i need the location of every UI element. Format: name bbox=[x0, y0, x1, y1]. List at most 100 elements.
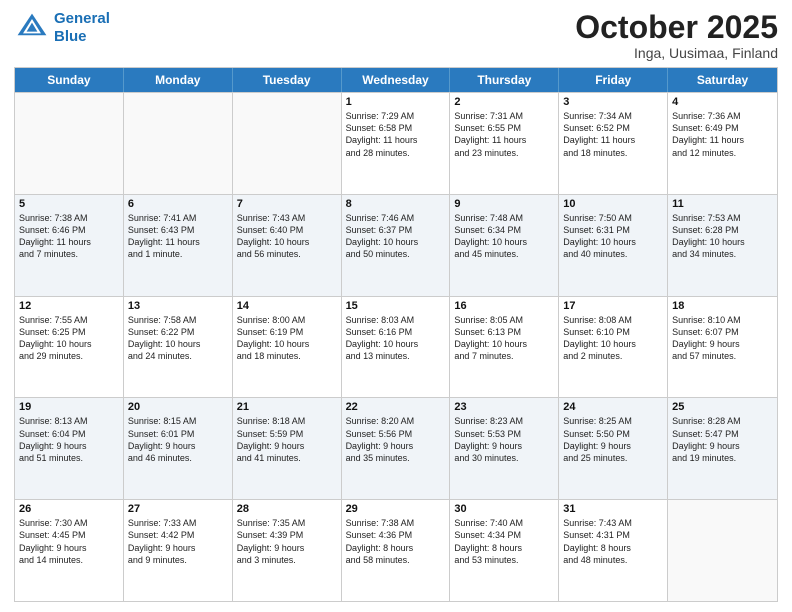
day-number: 9 bbox=[454, 198, 554, 210]
calendar-cell-13: 13 Sunrise: 7:58 AM Sunset: 6:22 PM Dayli… bbox=[124, 297, 233, 398]
calendar-cell-30: 30Sunrise: 7:40 AM Sunset: 4:34 PM Dayli… bbox=[450, 500, 559, 601]
calendar-cell-16: 16 Sunrise: 8:05 AM Sunset: 6:13 PM Dayli… bbox=[450, 297, 559, 398]
cell-info: Sunrise: 8:20 AM Sunset: 5:56 PM Dayligh… bbox=[346, 415, 446, 464]
day-number: 21 bbox=[237, 401, 337, 413]
calendar-cell-6: 6 Sunrise: 7:41 AM Sunset: 6:43 PM Daylig… bbox=[124, 195, 233, 296]
logo-text: General Blue bbox=[54, 10, 110, 46]
cell-info: Sunrise: 7:38 AM Sunset: 6:46 PM Dayligh… bbox=[19, 212, 119, 261]
cell-info: Sunrise: 7:58 AM Sunset: 6:22 PM Dayligh… bbox=[128, 314, 228, 363]
cell-info: Sunrise: 7:34 AM Sunset: 6:52 PM Dayligh… bbox=[563, 110, 663, 159]
calendar-cell-1: 1 Sunrise: 7:29 AM Sunset: 6:58 PM Daylig… bbox=[342, 93, 451, 194]
weekday-header-thursday: Thursday bbox=[450, 68, 559, 92]
day-number: 27 bbox=[128, 503, 228, 515]
calendar-cell-31: 31 Sunrise: 7:43 AM Sunset: 4:31 PM Dayli… bbox=[559, 500, 668, 601]
calendar-cell-28: 28Sunrise: 7:35 AM Sunset: 4:39 PM Dayli… bbox=[233, 500, 342, 601]
calendar-cell-27: 27 Sunrise: 7:33 AM Sunset: 4:42 PM Dayli… bbox=[124, 500, 233, 601]
cell-info: Sunrise: 7:48 AM Sunset: 6:34 PM Dayligh… bbox=[454, 212, 554, 261]
calendar-cell-17: 17Sunrise: 8:08 AM Sunset: 6:10 PM Dayli… bbox=[559, 297, 668, 398]
calendar: SundayMondayTuesdayWednesdayThursdayFrid… bbox=[14, 67, 778, 602]
logo-line1: General bbox=[54, 10, 110, 27]
calendar-cell-empty-0-1 bbox=[124, 93, 233, 194]
calendar-row-2: 12 Sunrise: 7:55 AM Sunset: 6:25 PM Dayli… bbox=[15, 296, 777, 398]
day-number: 23 bbox=[454, 401, 554, 413]
logo-line2: Blue bbox=[54, 28, 87, 45]
cell-info: Sunrise: 8:05 AM Sunset: 6:13 PM Dayligh… bbox=[454, 314, 554, 363]
location-title: Inga, Uusimaa, Finland bbox=[575, 45, 778, 61]
calendar-cell-8: 8Sunrise: 7:46 AM Sunset: 6:37 PM Daylig… bbox=[342, 195, 451, 296]
cell-info: Sunrise: 8:03 AM Sunset: 6:16 PM Dayligh… bbox=[346, 314, 446, 363]
cell-info: Sunrise: 7:55 AM Sunset: 6:25 PM Dayligh… bbox=[19, 314, 119, 363]
cell-info: Sunrise: 7:31 AM Sunset: 6:55 PM Dayligh… bbox=[454, 110, 554, 159]
calendar-row-3: 19 Sunrise: 8:13 AM Sunset: 6:04 PM Dayli… bbox=[15, 397, 777, 499]
cell-info: Sunrise: 8:25 AM Sunset: 5:50 PM Dayligh… bbox=[563, 415, 663, 464]
calendar-cell-15: 15 Sunrise: 8:03 AM Sunset: 6:16 PM Dayli… bbox=[342, 297, 451, 398]
day-number: 4 bbox=[672, 96, 773, 108]
calendar-cell-empty-0-0 bbox=[15, 93, 124, 194]
cell-info: Sunrise: 8:28 AM Sunset: 5:47 PM Dayligh… bbox=[672, 415, 773, 464]
day-number: 28 bbox=[237, 503, 337, 515]
day-number: 31 bbox=[563, 503, 663, 515]
cell-info: Sunrise: 7:29 AM Sunset: 6:58 PM Dayligh… bbox=[346, 110, 446, 159]
calendar-row-1: 5 Sunrise: 7:38 AM Sunset: 6:46 PM Daylig… bbox=[15, 194, 777, 296]
calendar-cell-29: 29 Sunrise: 7:38 AM Sunset: 4:36 PM Dayli… bbox=[342, 500, 451, 601]
weekday-header-monday: Monday bbox=[124, 68, 233, 92]
day-number: 6 bbox=[128, 198, 228, 210]
day-number: 1 bbox=[346, 96, 446, 108]
weekday-header-saturday: Saturday bbox=[668, 68, 777, 92]
day-number: 15 bbox=[346, 300, 446, 312]
day-number: 24 bbox=[563, 401, 663, 413]
logo-icon bbox=[14, 10, 50, 46]
calendar-cell-23: 23 Sunrise: 8:23 AM Sunset: 5:53 PM Dayli… bbox=[450, 398, 559, 499]
title-block: October 2025 Inga, Uusimaa, Finland bbox=[575, 10, 778, 61]
day-number: 29 bbox=[346, 503, 446, 515]
cell-info: Sunrise: 7:38 AM Sunset: 4:36 PM Dayligh… bbox=[346, 517, 446, 566]
day-number: 13 bbox=[128, 300, 228, 312]
cell-info: Sunrise: 8:23 AM Sunset: 5:53 PM Dayligh… bbox=[454, 415, 554, 464]
calendar-row-4: 26Sunrise: 7:30 AM Sunset: 4:45 PM Dayli… bbox=[15, 499, 777, 601]
day-number: 30 bbox=[454, 503, 554, 515]
calendar-row-0: 1 Sunrise: 7:29 AM Sunset: 6:58 PM Daylig… bbox=[15, 92, 777, 194]
day-number: 18 bbox=[672, 300, 773, 312]
calendar-cell-11: 11 Sunrise: 7:53 AM Sunset: 6:28 PM Dayli… bbox=[668, 195, 777, 296]
logo: General Blue bbox=[14, 10, 110, 46]
day-number: 25 bbox=[672, 401, 773, 413]
cell-info: Sunrise: 8:18 AM Sunset: 5:59 PM Dayligh… bbox=[237, 415, 337, 464]
calendar-cell-7: 7Sunrise: 7:43 AM Sunset: 6:40 PM Daylig… bbox=[233, 195, 342, 296]
page-header: General Blue October 2025 Inga, Uusimaa,… bbox=[14, 10, 778, 61]
day-number: 3 bbox=[563, 96, 663, 108]
page-container: General Blue October 2025 Inga, Uusimaa,… bbox=[0, 0, 792, 612]
cell-info: Sunrise: 7:30 AM Sunset: 4:45 PM Dayligh… bbox=[19, 517, 119, 566]
cell-info: Sunrise: 7:43 AM Sunset: 4:31 PM Dayligh… bbox=[563, 517, 663, 566]
cell-info: Sunrise: 7:41 AM Sunset: 6:43 PM Dayligh… bbox=[128, 212, 228, 261]
weekday-header-sunday: Sunday bbox=[15, 68, 124, 92]
day-number: 10 bbox=[563, 198, 663, 210]
cell-info: Sunrise: 7:50 AM Sunset: 6:31 PM Dayligh… bbox=[563, 212, 663, 261]
cell-info: Sunrise: 7:36 AM Sunset: 6:49 PM Dayligh… bbox=[672, 110, 773, 159]
calendar-cell-5: 5 Sunrise: 7:38 AM Sunset: 6:46 PM Daylig… bbox=[15, 195, 124, 296]
weekday-header-friday: Friday bbox=[559, 68, 668, 92]
cell-info: Sunrise: 8:13 AM Sunset: 6:04 PM Dayligh… bbox=[19, 415, 119, 464]
day-number: 16 bbox=[454, 300, 554, 312]
cell-info: Sunrise: 7:53 AM Sunset: 6:28 PM Dayligh… bbox=[672, 212, 773, 261]
calendar-cell-3: 3 Sunrise: 7:34 AM Sunset: 6:52 PM Daylig… bbox=[559, 93, 668, 194]
cell-info: Sunrise: 7:46 AM Sunset: 6:37 PM Dayligh… bbox=[346, 212, 446, 261]
day-number: 12 bbox=[19, 300, 119, 312]
cell-info: Sunrise: 7:33 AM Sunset: 4:42 PM Dayligh… bbox=[128, 517, 228, 566]
calendar-cell-9: 9 Sunrise: 7:48 AM Sunset: 6:34 PM Daylig… bbox=[450, 195, 559, 296]
calendar-cell-2: 2Sunrise: 7:31 AM Sunset: 6:55 PM Daylig… bbox=[450, 93, 559, 194]
day-number: 11 bbox=[672, 198, 773, 210]
calendar-cell-18: 18Sunrise: 8:10 AM Sunset: 6:07 PM Dayli… bbox=[668, 297, 777, 398]
day-number: 19 bbox=[19, 401, 119, 413]
month-title: October 2025 bbox=[575, 10, 778, 45]
calendar-cell-21: 21 Sunrise: 8:18 AM Sunset: 5:59 PM Dayli… bbox=[233, 398, 342, 499]
calendar-cell-24: 24 Sunrise: 8:25 AM Sunset: 5:50 PM Dayli… bbox=[559, 398, 668, 499]
day-number: 14 bbox=[237, 300, 337, 312]
calendar-cell-14: 14Sunrise: 8:00 AM Sunset: 6:19 PM Dayli… bbox=[233, 297, 342, 398]
weekday-header-wednesday: Wednesday bbox=[342, 68, 451, 92]
calendar-cell-4: 4 Sunrise: 7:36 AM Sunset: 6:49 PM Daylig… bbox=[668, 93, 777, 194]
day-number: 5 bbox=[19, 198, 119, 210]
day-number: 17 bbox=[563, 300, 663, 312]
calendar-cell-12: 12 Sunrise: 7:55 AM Sunset: 6:25 PM Dayli… bbox=[15, 297, 124, 398]
calendar-cell-22: 22Sunrise: 8:20 AM Sunset: 5:56 PM Dayli… bbox=[342, 398, 451, 499]
calendar-cell-empty-4-6 bbox=[668, 500, 777, 601]
